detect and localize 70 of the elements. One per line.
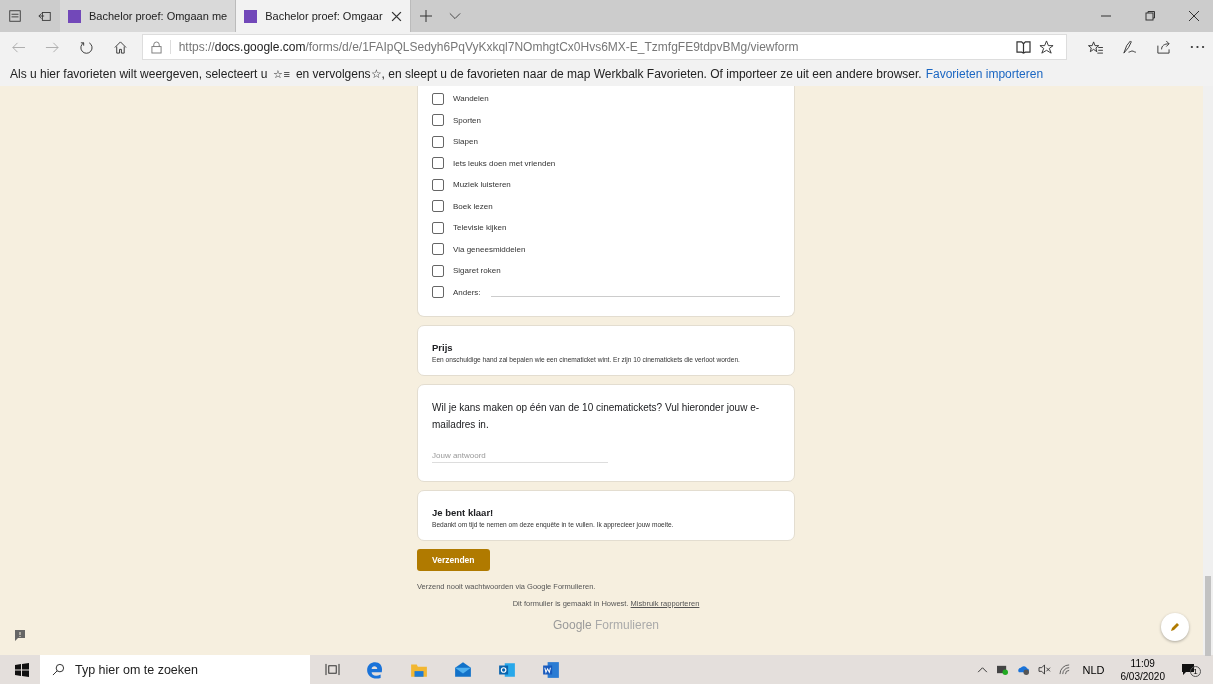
option-label: Muziek luisteren (453, 180, 511, 190)
checkbox[interactable] (432, 135, 444, 148)
feedback-icon[interactable] (14, 629, 26, 641)
answer-field[interactable]: Jouw antwoord (432, 449, 608, 463)
cloud-icon[interactable] (1017, 664, 1031, 675)
favorites-icon[interactable] (1088, 39, 1104, 55)
restore-icon[interactable] (1145, 11, 1155, 21)
browser-tab[interactable]: Bachelor proef: Omgaar (236, 0, 411, 32)
message-icon (1181, 662, 1195, 677)
favorites-hint: en vervolgens☆, en sleept u de favorieten naar de map Werkbalk Favorieten. Of importeer ze uit een andere browser. (295, 67, 922, 81)
checkbox[interactable] (432, 92, 444, 105)
tab-aside-icon[interactable] (38, 9, 52, 23)
option-label: Wandelen (453, 94, 489, 104)
option-label: Sporten (453, 115, 482, 125)
close-icon[interactable] (390, 10, 402, 22)
checkbox[interactable] (432, 157, 444, 170)
option-label: Iets leuks doen met vrienden (453, 158, 556, 168)
mail-icon[interactable] (454, 660, 472, 679)
scrollbar[interactable] (1203, 86, 1213, 655)
home-icon[interactable] (112, 39, 128, 55)
product-name: Formulieren (595, 618, 660, 632)
outlook-icon[interactable] (498, 660, 516, 679)
submit-button[interactable]: Verzenden (417, 549, 490, 571)
word-icon[interactable] (542, 660, 560, 679)
refresh-icon[interactable] (78, 39, 94, 55)
option-label: Via geneesmiddelen (453, 244, 526, 254)
chevron-up-icon[interactable] (977, 666, 989, 673)
question-text: Wil je kans maken op één van de 10 cinematickets? Vul hieronder jouw e-mailadres in. (432, 401, 761, 432)
language-indicator[interactable]: NLD (1082, 663, 1105, 676)
share-icon[interactable] (1156, 39, 1172, 55)
clock[interactable]: 11:09 6/03/2020 (1120, 656, 1165, 683)
search-field[interactable]: Typ hier om te zoeken (40, 655, 310, 684)
forms-icon (244, 9, 258, 23)
section-title: Je bent klaar! (432, 507, 495, 518)
option-label: Slapen (453, 137, 478, 147)
browser-tab[interactable]: Bachelor proef: Omgaan me (60, 0, 237, 32)
option-label: Sigaret roken (453, 266, 501, 276)
checkbox[interactable] (432, 286, 444, 299)
windows-start-icon[interactable] (15, 662, 29, 677)
checkbox[interactable] (432, 178, 444, 191)
section-title: Prijs (432, 342, 454, 353)
checkbox[interactable] (432, 243, 444, 256)
lock-icon (150, 40, 162, 54)
checkbox[interactable] (432, 114, 444, 127)
pen-icon[interactable] (1122, 39, 1138, 55)
task-view-icon[interactable] (325, 663, 340, 676)
tray-app-icon[interactable] (996, 664, 1010, 675)
checkbox[interactable] (432, 264, 444, 277)
checkbox[interactable] (432, 221, 444, 234)
search-icon (52, 663, 65, 676)
muted-speaker-icon[interactable] (1038, 664, 1052, 675)
favorites-hint: Als u hier favorieten wilt weergeven, selecteert u (10, 67, 268, 81)
more-icon[interactable] (1190, 45, 1205, 49)
option-label: Anders: (453, 287, 481, 297)
checkbox[interactable] (432, 200, 444, 213)
google-logo: Google (552, 618, 592, 632)
reading-view-icon[interactable] (1016, 40, 1032, 54)
forms-icon (68, 9, 81, 23)
edit-button[interactable] (1161, 613, 1189, 641)
tab-preview-icon[interactable] (8, 9, 22, 23)
notification-button[interactable]: 1 (1181, 662, 1201, 677)
address-bar[interactable]: https://docs.google.com/forms/d/e/1FAIpQLSedyh6PqVyKxkql7NOmhgtCx0Hvs6MX-E_TzmfgFE9tdpvBMg/viewform (141, 34, 1068, 60)
edge-icon[interactable] (366, 660, 384, 679)
import-favorites-link[interactable]: Favorieten importeren (925, 67, 1044, 81)
pencil-icon (1169, 621, 1181, 633)
option-label: Boek lezen (453, 201, 493, 211)
star-icon[interactable] (1039, 39, 1055, 55)
favorites-list-icon: ☆≡ (273, 67, 290, 81)
option-label: Televisie kijken (453, 223, 507, 233)
close-icon[interactable] (1189, 11, 1199, 21)
